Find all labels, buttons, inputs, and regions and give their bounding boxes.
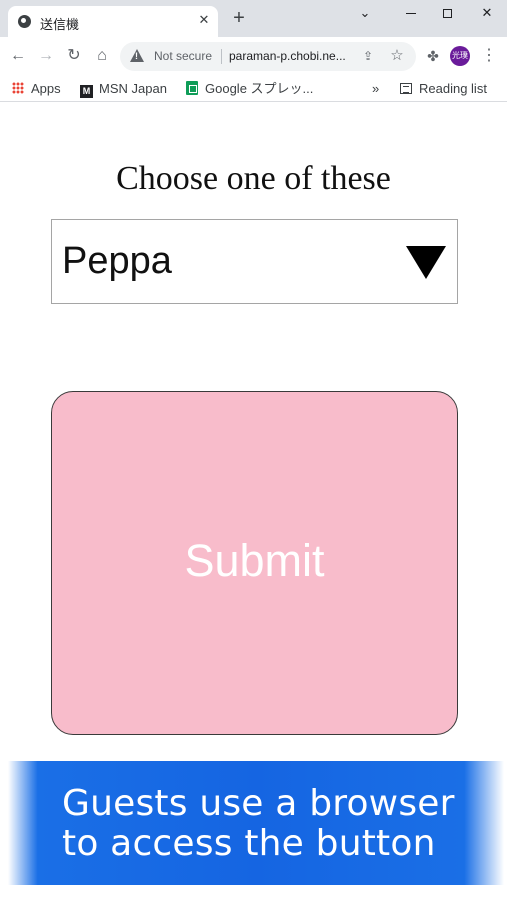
forward-arrow-icon[interactable]: → [36, 46, 56, 66]
url-text[interactable]: paraman-p.chobi.ne... [229, 49, 359, 63]
bookmarks-overflow-chevron-icon[interactable]: » [372, 80, 379, 98]
bookmark-google-sheets[interactable]: Google スプレッ... [186, 80, 313, 98]
browser-tab[interactable]: 送信機 ✕ [8, 6, 218, 37]
kebab-menu-icon[interactable]: ⋮ [480, 46, 498, 66]
profile-avatar[interactable]: 光璞 [450, 46, 470, 66]
window-minimize-button[interactable] [391, 0, 431, 28]
address-bar[interactable]: Not secure paraman-p.chobi.ne... ⇪ ☆ [120, 42, 416, 71]
share-icon[interactable]: ⇪ [360, 48, 376, 64]
tab-close-icon[interactable]: ✕ [196, 12, 212, 28]
select-selected-value: Peppa [62, 240, 172, 282]
google-sheets-icon [186, 81, 198, 95]
character-select[interactable]: Peppa [51, 219, 458, 304]
new-tab-button[interactable]: + [229, 8, 249, 29]
dropdown-triangle-icon[interactable] [406, 246, 446, 279]
bookmark-label: Google スプレッ... [205, 81, 314, 96]
bookmark-star-icon[interactable]: ☆ [388, 47, 406, 65]
window-close-button[interactable]: ✕ [467, 0, 507, 28]
bookmarks-bar: Apps M MSN Japan Google スプレッ... » Reading… [0, 75, 507, 102]
warning-icon[interactable] [130, 49, 144, 62]
window-maximize-button[interactable] [427, 0, 467, 28]
tab-title: 送信機 [40, 18, 80, 33]
bookmark-apps[interactable]: Apps [12, 80, 61, 98]
globe-icon [18, 15, 31, 28]
reading-list-button[interactable]: Reading list [400, 80, 487, 98]
bookmark-label: Apps [31, 81, 61, 96]
caption-banner: Guests use a browser to access the butto… [8, 761, 504, 885]
browser-toolbar: ← → ↻ ⌂ Not secure paraman-p.chobi.ne...… [0, 37, 507, 75]
apps-grid-icon [12, 82, 24, 94]
reading-list-icon [400, 83, 412, 94]
submit-button[interactable]: Submit [51, 391, 458, 735]
msn-icon: M [80, 85, 93, 98]
tab-search-chevron-icon[interactable]: ⌄ [345, 0, 385, 28]
caption-line-1: Guests use a browser [62, 783, 455, 824]
bookmark-msn-japan[interactable]: M MSN Japan [80, 80, 167, 98]
reload-icon[interactable]: ↻ [64, 46, 84, 66]
extensions-puzzle-icon[interactable]: ✤ [424, 47, 442, 65]
reading-list-label: Reading list [419, 81, 487, 96]
tab-strip: 送信機 ✕ + ⌄ ✕ [0, 0, 507, 37]
back-arrow-icon[interactable]: ← [8, 46, 28, 66]
caption-line-2: to access the button [62, 823, 436, 864]
bookmark-label: MSN Japan [99, 81, 167, 96]
address-separator [221, 49, 222, 64]
submit-label: Submit [184, 535, 325, 586]
home-icon[interactable]: ⌂ [92, 46, 112, 66]
page-title: Choose one of these [116, 160, 391, 197]
security-status[interactable]: Not secure [154, 49, 212, 63]
